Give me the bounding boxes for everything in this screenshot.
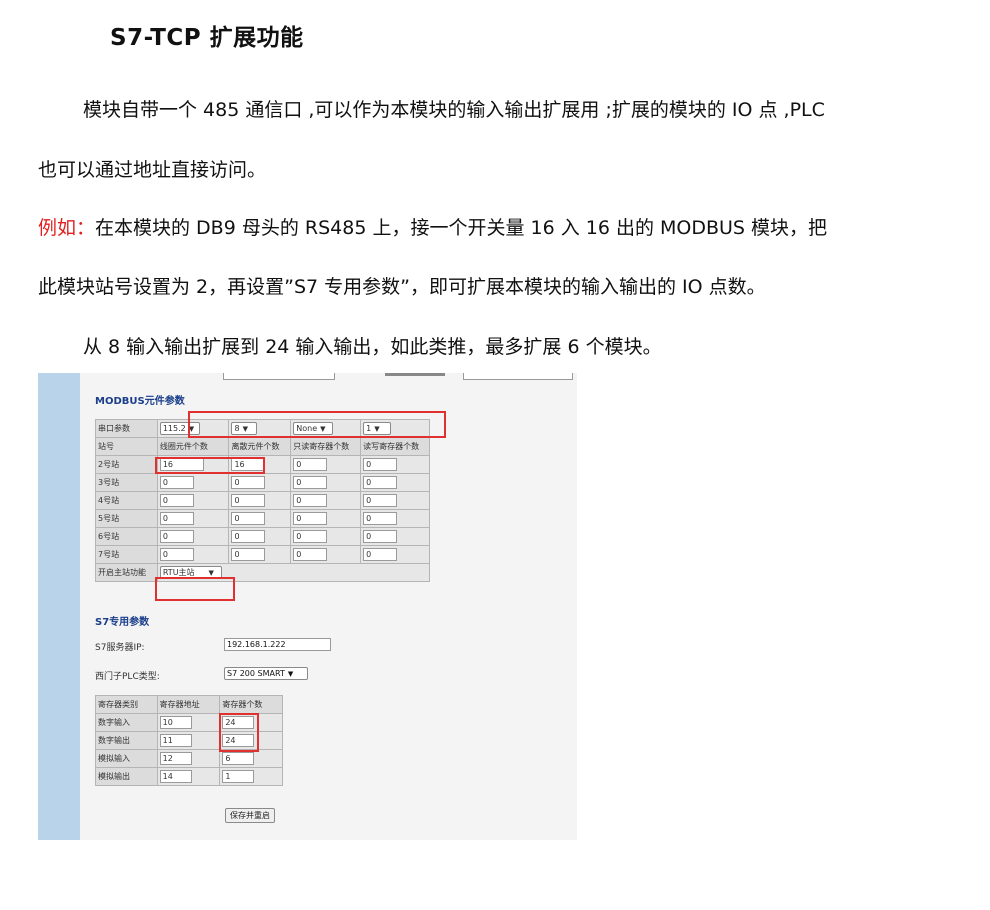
modbus-section-title: MODBUS元件参数 — [95, 396, 185, 407]
register-address-input[interactable]: 14 — [159, 770, 192, 783]
table-row: 4号站 0 0 0 0 — [95, 491, 430, 510]
discrete-count-input[interactable]: 0 — [231, 476, 266, 489]
cropped-input-top-2 — [463, 373, 573, 380]
table-row: 6号站 0 0 0 0 — [95, 527, 430, 546]
holding-register-count-input[interactable]: 0 — [363, 548, 398, 561]
coil-count-input[interactable]: 0 — [159, 512, 194, 525]
config-screenshot: MODBUS元件参数 串口参数 115.2 ▼ 8 ▼ None ▼ 1 ▼ 站号 线圈… — [38, 373, 577, 840]
highlight-master-mode — [155, 577, 235, 601]
holding-register-count-input[interactable]: 0 — [363, 476, 398, 489]
register-type-label: 数字输出 — [95, 731, 158, 750]
table-row: 模拟输入 12 6 — [95, 749, 283, 768]
discrete-count-input[interactable]: 0 — [231, 512, 266, 525]
holding-register-count-input[interactable]: 0 — [363, 512, 398, 525]
holding-register-count-input[interactable]: 0 — [363, 530, 398, 543]
station-label: 2号站 — [95, 455, 158, 474]
master-function-label: 开启主站功能 — [95, 563, 158, 582]
station-label: 6号站 — [95, 527, 158, 546]
plc-type-select[interactable]: S7 200 SMART ▼ — [224, 667, 308, 680]
holding-register-count-input[interactable]: 0 — [363, 458, 398, 471]
highlight-station2-counts — [155, 457, 265, 474]
serial-params-label: 串口参数 — [95, 419, 158, 438]
highlight-serial-params — [188, 411, 446, 438]
input-register-count-input[interactable]: 0 — [293, 476, 328, 489]
holding-register-count-input[interactable]: 0 — [363, 494, 398, 507]
table-row: 7号站 0 0 0 0 — [95, 545, 430, 564]
table-row: 3号站 0 0 0 0 — [95, 473, 430, 492]
page-title: S7-TCP 扩展功能 — [110, 25, 304, 51]
master-row: 开启主站功能 RTU主站 ▼ — [95, 563, 431, 582]
discrete-count-input[interactable]: 0 — [231, 530, 266, 543]
register-address-input[interactable]: 11 — [159, 734, 192, 747]
discrete-count-input[interactable]: 0 — [231, 548, 266, 561]
modbus-table: 串口参数 115.2 ▼ 8 ▼ None ▼ 1 ▼ 站号 线圈元件个数 离散元件个数… — [95, 419, 431, 582]
coil-count-input[interactable]: 0 — [159, 530, 194, 543]
coil-count-input[interactable]: 0 — [159, 548, 194, 561]
paragraph-2-line-2: 此模块站号设置为 2，再设置”S7 专用参数”，即可扩展本模块的输入输出的 IO… — [38, 276, 766, 298]
paragraph-1-line-2: 也可以通过地址直接访问。 — [38, 159, 267, 181]
register-count-input[interactable]: 6 — [222, 752, 255, 765]
header-holding-registers: 读写寄存器个数 — [360, 437, 430, 456]
server-ip-label: S7服务器IP: — [95, 643, 145, 653]
highlight-register-counts — [219, 713, 259, 752]
header-row: 站号 线圈元件个数 离散元件个数 只读寄存器个数 读写寄存器个数 — [95, 437, 430, 456]
input-register-count-input[interactable]: 0 — [293, 548, 328, 561]
discrete-count-input[interactable]: 0 — [231, 494, 266, 507]
station-label: 7号站 — [95, 545, 158, 564]
plc-type-label: 西门子PLC类型: — [95, 672, 160, 682]
paragraph-3: 从 8 输入输出扩展到 24 输入输出，如此类推，最多扩展 6 个模块。 — [83, 336, 662, 358]
coil-count-input[interactable]: 0 — [159, 494, 194, 507]
header-register-type: 寄存器类别 — [95, 695, 158, 714]
paragraph-2-line-1: 例如：在本模块的 DB9 母头的 RS485 上，接一个开关量 16 入 16 … — [38, 216, 827, 240]
header-discrete: 离散元件个数 — [228, 437, 292, 456]
header-input-registers: 只读寄存器个数 — [290, 437, 362, 456]
register-type-label: 数字输入 — [95, 713, 158, 732]
example-label: 例如： — [38, 217, 96, 239]
station-label: 4号站 — [95, 491, 158, 510]
header-coils: 线圈元件个数 — [156, 437, 230, 456]
register-type-label: 模拟输出 — [95, 767, 158, 786]
input-register-count-input[interactable]: 0 — [293, 530, 328, 543]
register-address-input[interactable]: 12 — [159, 752, 192, 765]
table-row: 模拟输出 14 1 — [95, 767, 283, 786]
coil-count-input[interactable]: 0 — [159, 476, 194, 489]
cropped-label-top — [385, 373, 445, 376]
station-label: 3号站 — [95, 473, 158, 492]
cropped-input-top-1 — [223, 373, 335, 380]
header-register-address: 寄存器地址 — [156, 695, 221, 714]
server-ip-input[interactable]: 192.168.1.222 — [224, 638, 331, 651]
save-restart-button[interactable]: 保存并重启 — [225, 808, 275, 823]
header-register-count: 寄存器个数 — [219, 695, 283, 714]
station-label: 5号站 — [95, 509, 158, 528]
header-station: 站号 — [95, 437, 158, 456]
register-address-input[interactable]: 10 — [159, 716, 192, 729]
table-row: 5号站 0 0 0 0 — [95, 509, 430, 528]
input-register-count-input[interactable]: 0 — [293, 512, 328, 525]
example-text: 在本模块的 DB9 母头的 RS485 上，接一个开关量 16 入 16 出的 … — [95, 217, 828, 239]
input-register-count-input[interactable]: 0 — [293, 458, 328, 471]
s7-section-title: S7专用参数 — [95, 617, 150, 628]
paragraph-1-line-1: 模块自带一个 485 通信口 ,可以作为本模块的输入输出扩展用 ;扩展的模块的 … — [83, 99, 825, 121]
input-register-count-input[interactable]: 0 — [293, 494, 328, 507]
register-type-label: 模拟输入 — [95, 749, 158, 768]
register-count-input[interactable]: 1 — [222, 770, 255, 783]
screenshot-sidebar — [38, 373, 80, 840]
register-header-row: 寄存器类别 寄存器地址 寄存器个数 — [95, 695, 283, 714]
